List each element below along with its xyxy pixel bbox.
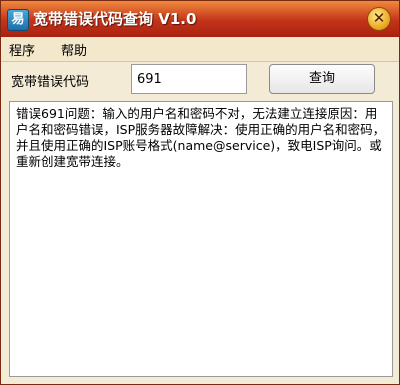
error-code-input[interactable] [131, 64, 247, 94]
error-code-label: 宽带错误代码 [11, 75, 90, 90]
window-title: 宽带错误代码查询 V1.0 [33, 10, 197, 28]
broadband-app-icon: 易 [7, 9, 29, 31]
title-bar[interactable]: 易 宽带错误代码查询 V1.0 ✕ [1, 1, 399, 38]
close-icon: ✕ [372, 9, 386, 27]
menu-item-help[interactable]: 帮助 [61, 40, 87, 59]
result-textarea[interactable]: 错误691问题：输入的用户名和密码不对，无法建立连接原因：用户名和密码错误，IS… [9, 101, 393, 377]
query-button[interactable]: 查询 [269, 64, 375, 94]
menu-item-program[interactable]: 程序 [9, 40, 35, 59]
menu-bar: 程序 帮助 [1, 37, 399, 62]
close-button[interactable]: ✕ [367, 7, 391, 31]
app-window: 易 宽带错误代码查询 V1.0 ✕ 程序 帮助 宽带错误代码 查询 错误691问… [0, 0, 400, 385]
